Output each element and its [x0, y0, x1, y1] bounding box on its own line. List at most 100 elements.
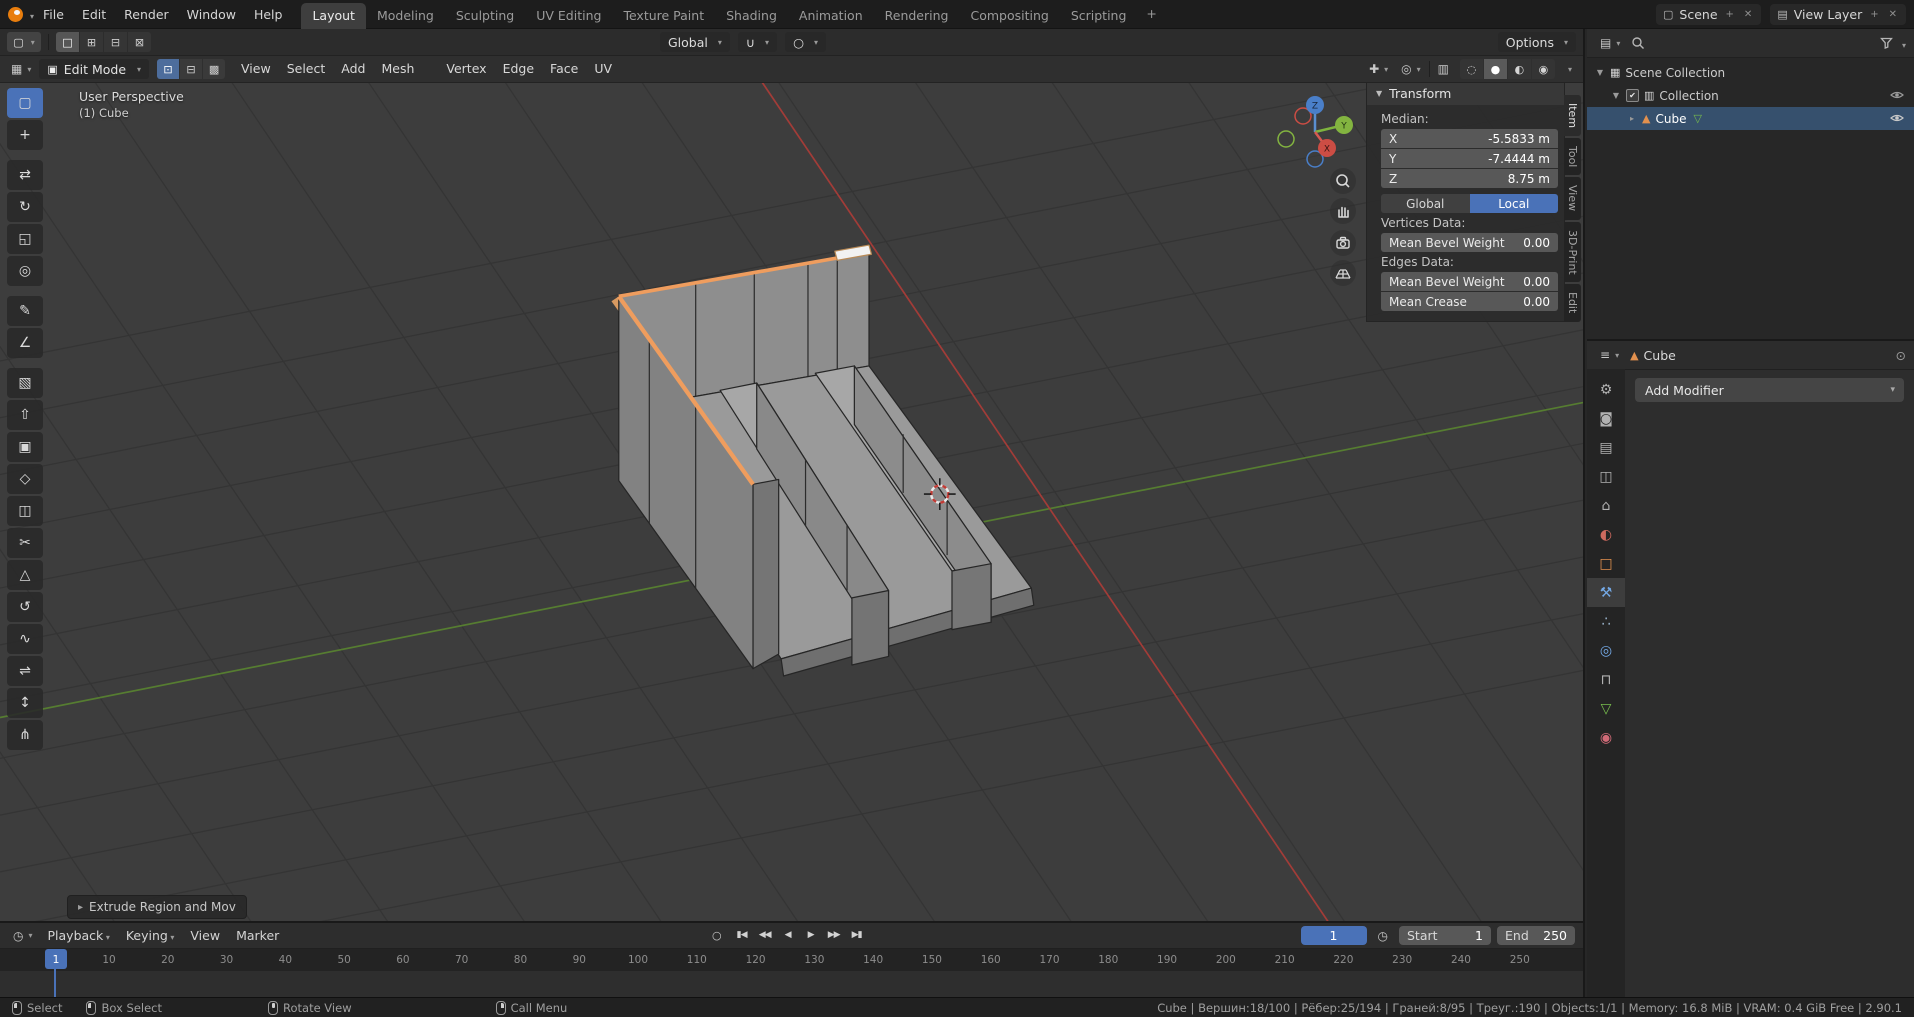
median-y-field[interactable]: Y -7.4444 m: [1381, 149, 1558, 168]
blender-logo-icon[interactable]: [8, 7, 23, 22]
tool-knife[interactable]: ✂: [7, 528, 43, 558]
disclosure-icon[interactable]: ▸: [1627, 114, 1637, 123]
median-z-field[interactable]: Z 8.75 m: [1381, 169, 1558, 188]
properties-tab-object-data[interactable]: ▽: [1587, 694, 1625, 723]
breadcrumb-object-name[interactable]: Cube: [1644, 348, 1676, 363]
toggle-xray-button[interactable]: ▥: [1433, 59, 1454, 79]
menu-playback[interactable]: Playback: [40, 928, 118, 943]
tool-scale[interactable]: ◱: [7, 224, 43, 254]
scene-name[interactable]: Scene: [1679, 7, 1717, 22]
show-overlays-button[interactable]: ◎: [1396, 59, 1426, 79]
vertex-select-mode[interactable]: ⊡: [157, 59, 179, 79]
proportional-editing-dropdown[interactable]: ○: [785, 32, 826, 52]
tool-loop-cut[interactable]: ◫: [7, 496, 43, 526]
shading-wireframe[interactable]: ◌: [1460, 59, 1483, 79]
disclosure-icon[interactable]: ▼: [1595, 68, 1605, 77]
pan-view-button[interactable]: [1330, 198, 1356, 224]
shading-solid[interactable]: ●: [1484, 59, 1507, 79]
hide-object-toggle[interactable]: [1890, 112, 1904, 126]
tool-transform[interactable]: ◎: [7, 256, 43, 286]
menu-face[interactable]: Face: [542, 56, 586, 82]
add-workspace-button[interactable]: +: [1137, 1, 1165, 27]
tool-add-cube[interactable]: ▧: [7, 368, 43, 398]
median-x-field[interactable]: X -5.5833 m: [1381, 129, 1558, 148]
menu-window[interactable]: Window: [178, 0, 245, 29]
face-select-mode[interactable]: ▩: [203, 59, 225, 79]
camera-view-button[interactable]: [1330, 230, 1356, 256]
play-reverse-button[interactable]: ◀: [778, 925, 798, 945]
jump-to-end-button[interactable]: ▶▮: [847, 925, 867, 945]
select-mode-set[interactable]: □: [56, 32, 79, 52]
current-frame-field[interactable]: 1: [1301, 926, 1367, 945]
prev-keyframe-button[interactable]: ◀◀: [755, 925, 775, 945]
menu-help[interactable]: Help: [245, 0, 292, 29]
editor-type-button[interactable]: ▦: [6, 59, 36, 79]
hide-collection-toggle[interactable]: [1890, 89, 1904, 103]
new-scene-button[interactable]: +: [1724, 9, 1736, 20]
add-modifier-dropdown[interactable]: Add Modifier: [1635, 378, 1904, 402]
play-button[interactable]: ▶: [801, 925, 821, 945]
menu-render[interactable]: Render: [115, 0, 178, 29]
app-menu-chevron-icon[interactable]: [25, 7, 34, 22]
options-dropdown[interactable]: Options: [1498, 32, 1576, 52]
edited-mesh-object[interactable]: [611, 245, 1033, 676]
workspace-tab-shading[interactable]: Shading: [715, 3, 788, 29]
tool-rip-region[interactable]: ⋔: [7, 720, 43, 750]
view-layer-name[interactable]: View Layer: [1794, 7, 1863, 22]
workspace-tab-texture-paint[interactable]: Texture Paint: [612, 3, 715, 29]
scene-selector[interactable]: ▢ Scene + ✕: [1656, 4, 1761, 25]
workspace-tab-uv-editing[interactable]: UV Editing: [525, 3, 612, 29]
menu-select[interactable]: Select: [279, 56, 334, 82]
frame-start-field[interactable]: Start 1: [1399, 926, 1491, 945]
timeline-ruler[interactable]: 1020304050607080901001101201301401501601…: [0, 949, 1583, 971]
search-icon[interactable]: [1631, 36, 1645, 50]
properties-tab-scene[interactable]: ⌂: [1587, 491, 1625, 520]
row-label[interactable]: Collection: [1659, 89, 1718, 103]
sidebar-tab-view[interactable]: View: [1564, 177, 1581, 219]
menu-file[interactable]: File: [34, 0, 73, 29]
properties-tab-render[interactable]: ◙: [1587, 404, 1625, 433]
tool-bevel[interactable]: ◇: [7, 464, 43, 494]
timeline-body[interactable]: [0, 971, 1583, 996]
properties-tab-modifiers[interactable]: ⚒: [1587, 578, 1625, 607]
outliner-row-cube[interactable]: ▸ ▲ Cube ▽: [1587, 107, 1914, 130]
workspace-tab-animation[interactable]: Animation: [788, 3, 874, 29]
active-tool-button[interactable]: ▢: [7, 32, 41, 52]
workspace-tab-rendering[interactable]: Rendering: [874, 3, 960, 29]
jump-to-start-button[interactable]: ▮◀: [732, 925, 752, 945]
tool-spin[interactable]: ↺: [7, 592, 43, 622]
transform-orientation-dropdown[interactable]: Global: [660, 32, 730, 52]
properties-tab-view-layer[interactable]: ◫: [1587, 462, 1625, 491]
menu-view-timeline[interactable]: View: [182, 928, 228, 943]
menu-marker[interactable]: Marker: [228, 928, 287, 943]
shading-dropdown[interactable]: [1558, 59, 1577, 79]
tool-extrude-region[interactable]: ⇧: [7, 400, 43, 430]
menu-uv[interactable]: UV: [586, 56, 620, 82]
view-layer-selector[interactable]: ▤ View Layer + ✕: [1770, 4, 1906, 25]
properties-tab-physics[interactable]: ◎: [1587, 636, 1625, 665]
sidebar-tab-edit[interactable]: Edit: [1564, 284, 1581, 321]
sidebar-tab-item[interactable]: Item: [1564, 95, 1581, 136]
properties-tab-object[interactable]: □: [1587, 549, 1625, 578]
pin-icon[interactable]: ⊙: [1896, 348, 1906, 363]
use-preview-range-button[interactable]: ◷: [1373, 926, 1393, 946]
mode-dropdown[interactable]: ▣ Edit Mode: [39, 59, 149, 79]
outliner-row-scene-collection[interactable]: ▼ ▦ Scene Collection: [1587, 61, 1914, 84]
tool-edge-slide[interactable]: ⇌: [7, 656, 43, 686]
properties-tab-output[interactable]: ▤: [1587, 433, 1625, 462]
menu-mesh[interactable]: Mesh: [373, 56, 422, 82]
tool-measure[interactable]: ∠: [7, 328, 43, 358]
row-label[interactable]: Cube: [1655, 112, 1686, 126]
workspace-tab-sculpting[interactable]: Sculpting: [445, 3, 525, 29]
select-mode-invert[interactable]: ⊠: [128, 32, 151, 52]
local-space-button[interactable]: Local: [1470, 194, 1559, 213]
outliner-editor-type-button[interactable]: ▤: [1595, 33, 1625, 53]
edge-select-mode[interactable]: ⊟: [180, 59, 202, 79]
properties-tab-particles[interactable]: ∴: [1587, 607, 1625, 636]
outliner-filter[interactable]: [1880, 36, 1906, 51]
select-mode-subtract[interactable]: ⊟: [104, 32, 127, 52]
zoom-view-button[interactable]: [1330, 168, 1356, 194]
unlink-scene-button[interactable]: ✕: [1742, 9, 1754, 20]
tool-shrink-fatten[interactable]: ↕: [7, 688, 43, 718]
workspace-tab-compositing[interactable]: Compositing: [959, 3, 1059, 29]
